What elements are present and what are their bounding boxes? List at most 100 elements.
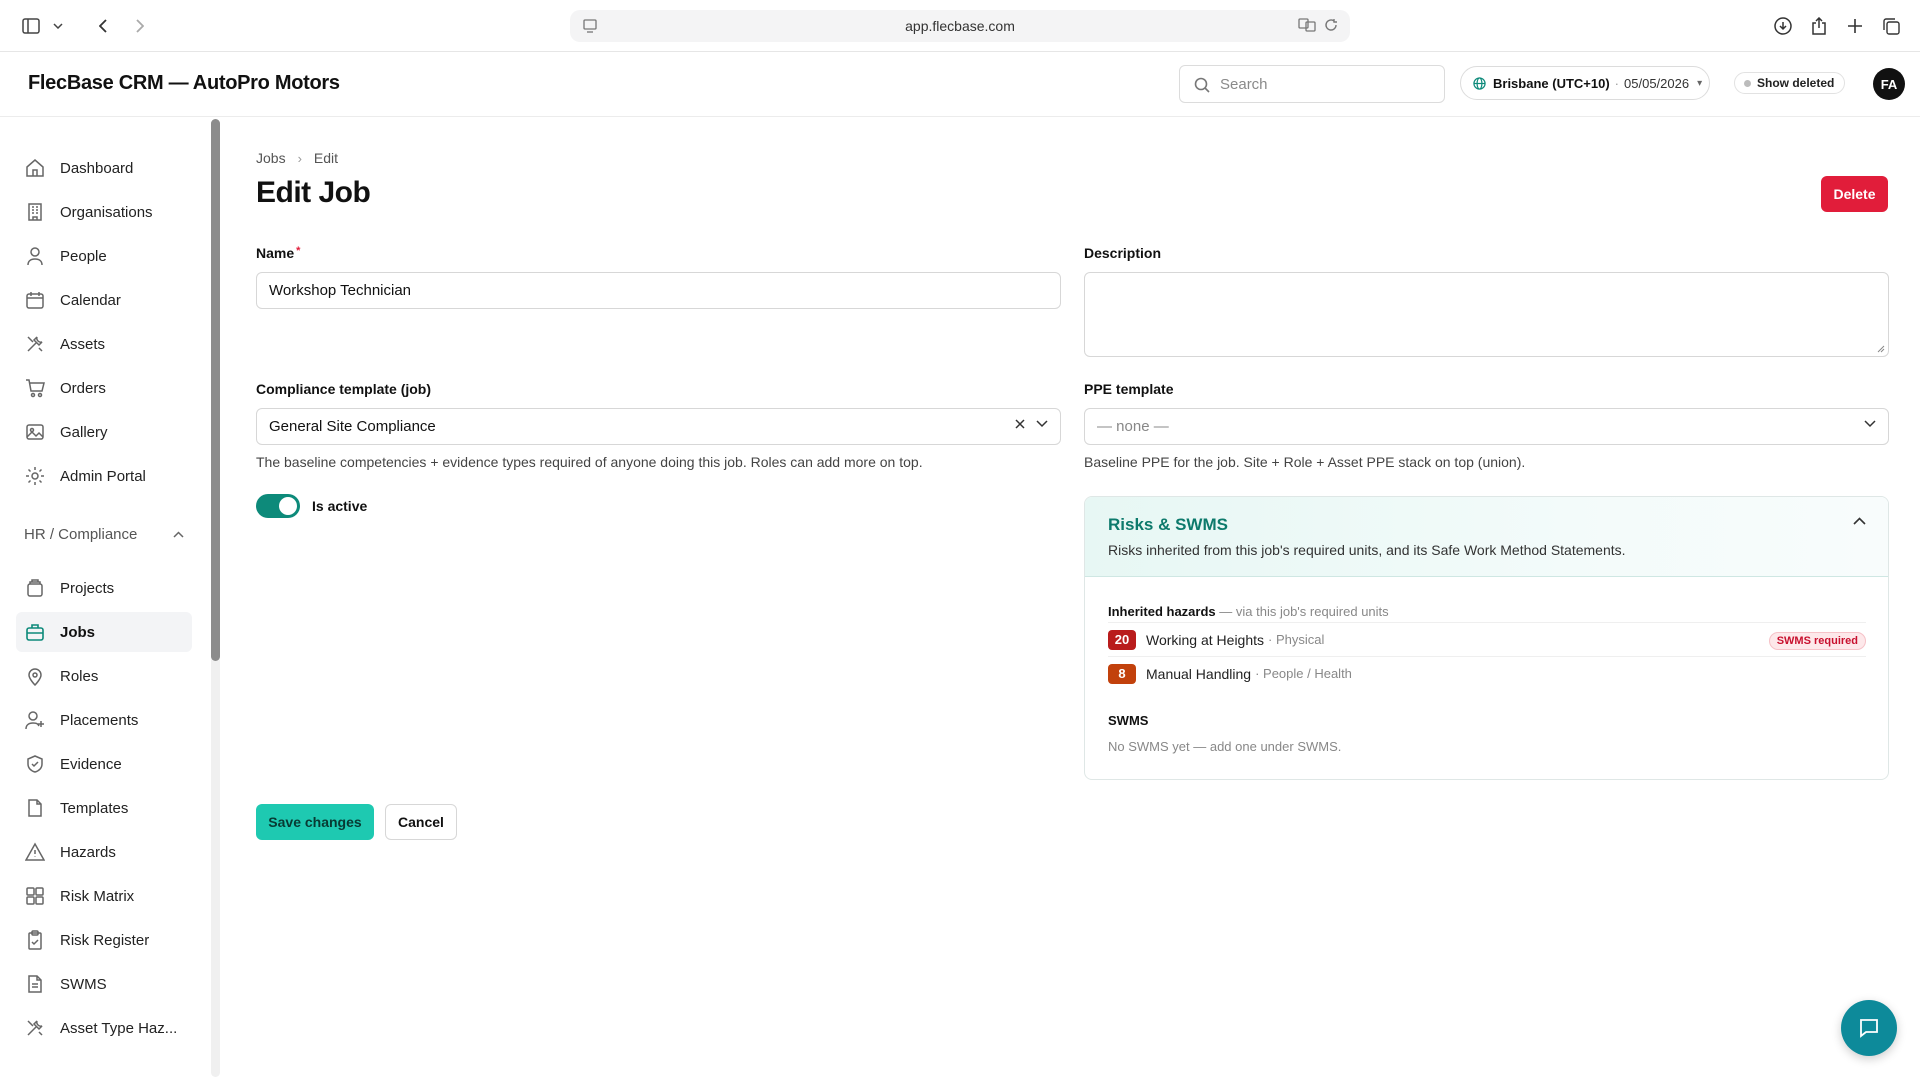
timezone-selector[interactable]: Brisbane (UTC+10) · 05/05/2026 ▾	[1460, 66, 1710, 100]
share-icon[interactable]	[1808, 12, 1830, 40]
ppe-template-select[interactable]: — none —	[1084, 408, 1889, 445]
ppe-template-value: — none —	[1097, 418, 1169, 435]
show-deleted-toggle[interactable]: Show deleted	[1734, 72, 1846, 94]
risk-score-badge: 8	[1108, 663, 1136, 684]
image-icon	[26, 424, 44, 440]
sidebar-item-organisations[interactable]: Organisations	[16, 192, 192, 232]
chevron-up-icon[interactable]	[1853, 517, 1866, 525]
hazard-row[interactable]: 20 Working at Heights · Physical SWMS re…	[1108, 622, 1866, 656]
cancel-button[interactable]: Cancel	[385, 804, 457, 840]
sidebar-item-assets[interactable]: Assets	[16, 324, 192, 364]
toggle-knob	[279, 497, 297, 515]
sidebar-item-label: Assets	[60, 335, 106, 353]
sidebar-item-hazards[interactable]: Hazards	[16, 832, 192, 872]
hazard-name: Manual Handling	[1146, 665, 1252, 682]
sidebar-item-label: Jobs	[60, 623, 96, 641]
file-icon	[28, 799, 42, 817]
sidebar-item-people[interactable]: People	[16, 236, 192, 276]
sidebar-item-label: Gallery	[60, 423, 108, 441]
sidebar-item-templates[interactable]: Templates	[16, 788, 192, 828]
sidebar-item-admin-portal[interactable]: Admin Portal	[16, 456, 192, 496]
sidebar-item-label: Asset Type Haz...	[60, 1019, 178, 1037]
reload-icon[interactable]	[1324, 18, 1338, 35]
search-input[interactable]: Search	[1179, 65, 1445, 103]
avatar[interactable]: FA	[1873, 68, 1905, 100]
inherited-hazards-title: Inherited hazards — via this job's requi…	[1108, 604, 1389, 619]
sidebar-item-roles[interactable]: Roles	[16, 656, 192, 696]
clear-icon[interactable]	[1014, 418, 1026, 430]
sidebar-item-calendar[interactable]: Calendar	[16, 280, 192, 320]
forward-icon[interactable]	[128, 12, 150, 40]
name-label: Name *	[256, 245, 300, 261]
site-settings-icon	[583, 19, 597, 33]
description-textarea[interactable]	[1084, 272, 1889, 357]
hazard-category: · Physical	[1268, 632, 1325, 647]
address-bar[interactable]: app.flecbase.com	[570, 10, 1350, 42]
back-icon[interactable]	[92, 12, 114, 40]
search-icon	[1194, 77, 1210, 93]
sidebar-item-label: Hazards	[60, 843, 116, 861]
sidebar-item-label: SWMS	[60, 975, 107, 993]
sidebar-item-label: Orders	[60, 379, 106, 397]
building-icon	[28, 203, 42, 221]
sidebar-toggle-icon[interactable]	[18, 12, 44, 40]
caret-icon: ▾	[1697, 77, 1703, 89]
sidebar-item-placements[interactable]: Placements	[16, 700, 192, 740]
sidebar-section-hr-compliance[interactable]: HR / Compliance	[24, 526, 184, 543]
chevron-down-icon[interactable]	[1036, 420, 1048, 428]
globe-icon	[1473, 77, 1486, 90]
gear-icon	[26, 467, 44, 485]
breadcrumb-jobs[interactable]: Jobs	[256, 150, 286, 166]
sidebar-item-projects[interactable]: Projects	[16, 568, 192, 608]
sidebar-item-label: Evidence	[60, 755, 122, 773]
sidebar-item-label: Templates	[60, 799, 129, 817]
name-input-value: Workshop Technician	[269, 282, 412, 299]
name-label-text: Name	[256, 245, 295, 261]
breadcrumb-edit: Edit	[313, 150, 339, 166]
sidebar-item-jobs[interactable]: Jobs	[16, 612, 192, 652]
sidebar-item-label: Risk Matrix	[60, 887, 135, 905]
timezone-date: 05/05/2026	[1624, 75, 1690, 91]
translate-icon[interactable]	[1298, 18, 1316, 35]
is-active-toggle[interactable]	[256, 494, 300, 518]
sidebar-item-label: Placements	[60, 711, 139, 729]
sidebar-item-orders[interactable]: Orders	[16, 368, 192, 408]
sidebar-scrollbar[interactable]	[211, 119, 220, 661]
sidebar-item-risk-register[interactable]: Risk Register	[16, 920, 192, 960]
swms-section-title: SWMS	[1108, 713, 1149, 728]
hazard-category: · People / Health	[1255, 666, 1352, 681]
sidebar-item-asset-type-hazards[interactable]: Asset Type Haz...	[16, 1008, 192, 1048]
calendar-icon	[26, 292, 44, 309]
swms-empty-text: No SWMS yet — add one under SWMS.	[1108, 739, 1342, 754]
cart-icon	[26, 379, 45, 398]
chevron-right-icon: ›	[297, 150, 302, 166]
risks-panel-header[interactable]: Risks & SWMS Risks inherited from this j…	[1085, 497, 1888, 577]
risks-swms-panel: Risks & SWMS Risks inherited from this j…	[1084, 496, 1889, 780]
sidebar-item-swms[interactable]: SWMS	[16, 964, 192, 1004]
save-changes-button[interactable]: Save changes	[256, 804, 374, 840]
chevron-down-icon[interactable]	[1864, 420, 1876, 428]
delete-button[interactable]: Delete	[1821, 176, 1888, 212]
sidebar-item-dashboard[interactable]: Dashboard	[16, 148, 192, 188]
sidebar-item-risk-matrix[interactable]: Risk Matrix	[16, 876, 192, 916]
description-label: Description	[1084, 245, 1162, 261]
hazard-name: Working at Heights	[1146, 631, 1265, 648]
sidebar-item-evidence[interactable]: Evidence	[16, 744, 192, 784]
tools-icon	[27, 1020, 43, 1036]
compliance-template-select[interactable]: General Site Compliance	[256, 408, 1061, 445]
name-input[interactable]: Workshop Technician	[256, 272, 1061, 309]
inherited-hazards-sub: — via this job's required units	[1219, 604, 1389, 619]
resize-handle-icon[interactable]	[1877, 345, 1885, 353]
sidebar-item-label: Dashboard	[60, 159, 134, 177]
sidebar-item-gallery[interactable]: Gallery	[16, 412, 192, 452]
chevron-down-icon[interactable]	[48, 12, 68, 40]
download-icon[interactable]	[1772, 12, 1794, 40]
new-tab-icon[interactable]	[1844, 12, 1866, 40]
page-title: Edit Job	[256, 176, 371, 209]
chat-button[interactable]	[1841, 1000, 1897, 1056]
grid-icon	[26, 887, 44, 905]
hazard-row[interactable]: 8 Manual Handling · People / Health	[1108, 656, 1866, 690]
tabs-overview-icon[interactable]	[1880, 12, 1902, 40]
breadcrumb: Jobs › Edit	[256, 150, 338, 166]
is-active-label: Is active	[312, 498, 368, 514]
